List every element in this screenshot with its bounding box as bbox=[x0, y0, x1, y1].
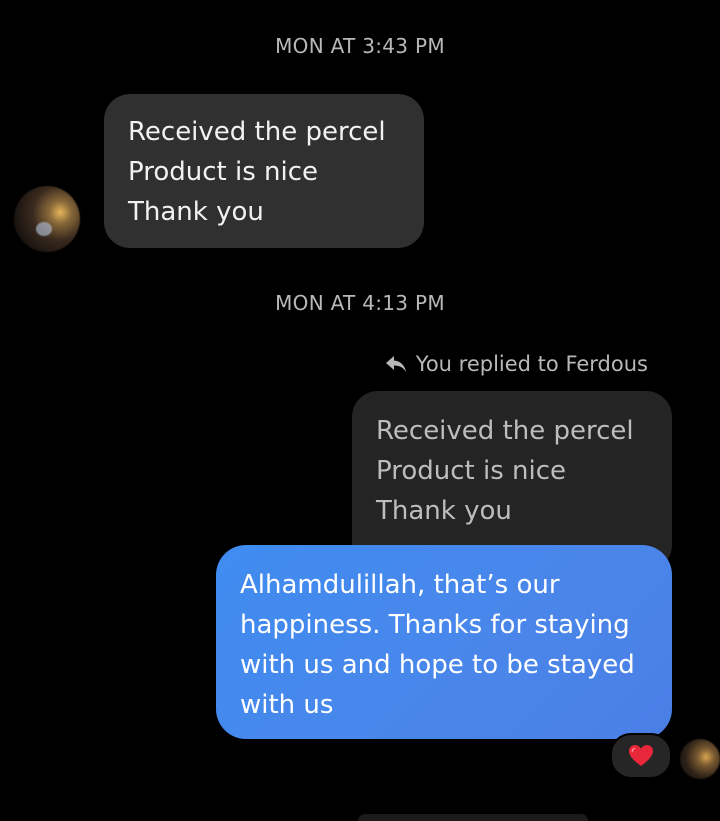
reply-arrow-icon bbox=[385, 356, 406, 372]
composer-edge bbox=[358, 814, 588, 821]
timestamp: MON AT 3:43 PM bbox=[275, 34, 445, 58]
seen-avatar bbox=[680, 739, 720, 779]
message-reaction[interactable] bbox=[610, 733, 672, 779]
quoted-message-bubble[interactable]: Received the percel Product is nice Than… bbox=[352, 391, 672, 571]
reply-label-text: You replied to Ferdous bbox=[415, 352, 648, 376]
outgoing-message-bubble[interactable]: Alhamdulillah, that’s our happiness. Tha… bbox=[216, 545, 672, 739]
heart-icon bbox=[629, 745, 653, 766]
timestamp: MON AT 4:13 PM bbox=[275, 291, 445, 315]
incoming-message-bubble[interactable]: Received the percel Product is nice Than… bbox=[104, 94, 424, 248]
reply-indicator: You replied to Ferdous bbox=[384, 352, 648, 376]
sender-avatar[interactable] bbox=[14, 186, 80, 252]
